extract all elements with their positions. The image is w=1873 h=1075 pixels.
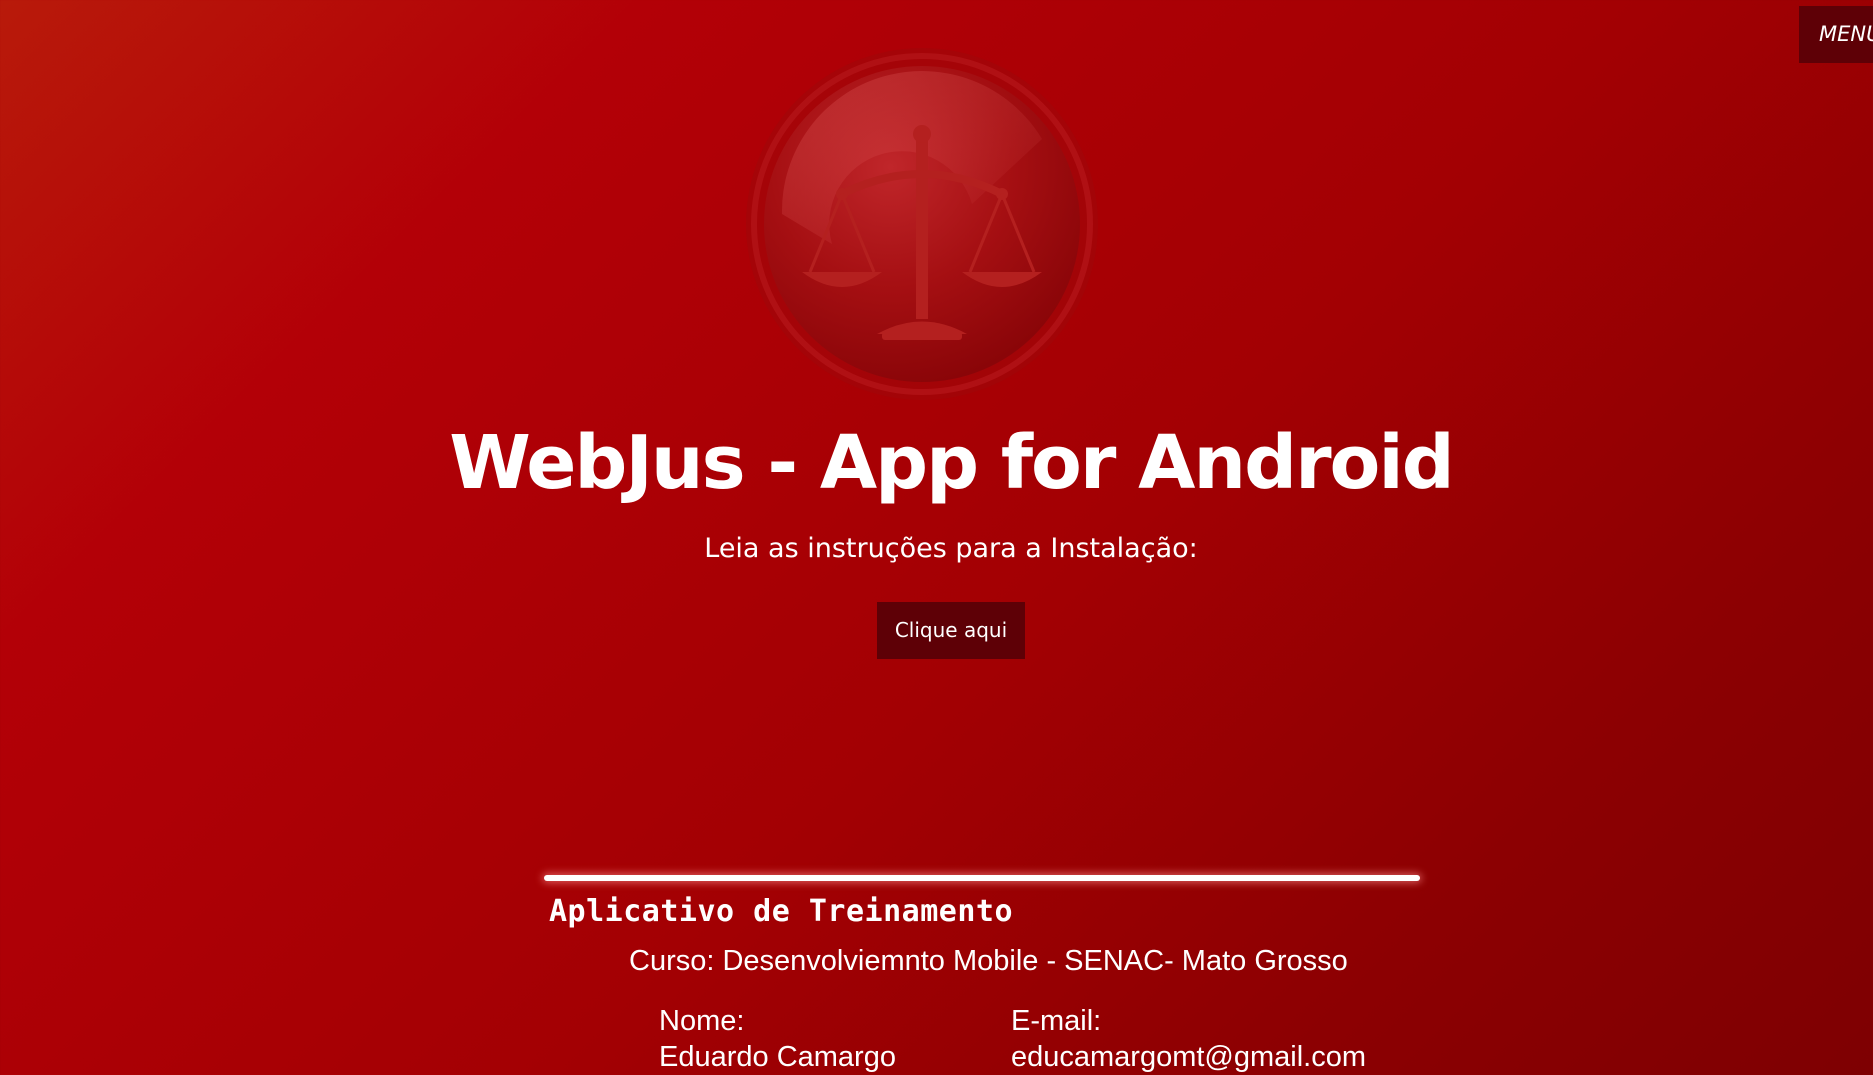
click-here-button[interactable]: Clique aqui [877, 602, 1025, 659]
menu-button[interactable]: MENU [1799, 6, 1873, 63]
install-instructions-text: Leia as instruções para a Instalação: [704, 533, 1198, 564]
email-label: E-mail: [1011, 1005, 1102, 1037]
name-label: Nome: [659, 1005, 745, 1037]
page-title: WebJus - App for Android [449, 420, 1455, 506]
divider [544, 875, 1420, 881]
scales-of-justice-icon [742, 44, 1102, 404]
email-value: educamargomt@gmail.com [1011, 1041, 1367, 1073]
footer-title: Aplicativo de Treinamento [549, 894, 1014, 929]
name-value: Eduardo Camargo [659, 1041, 896, 1073]
course-text: Curso: Desenvolviemnto Mobile - SENAC- M… [629, 945, 1348, 977]
